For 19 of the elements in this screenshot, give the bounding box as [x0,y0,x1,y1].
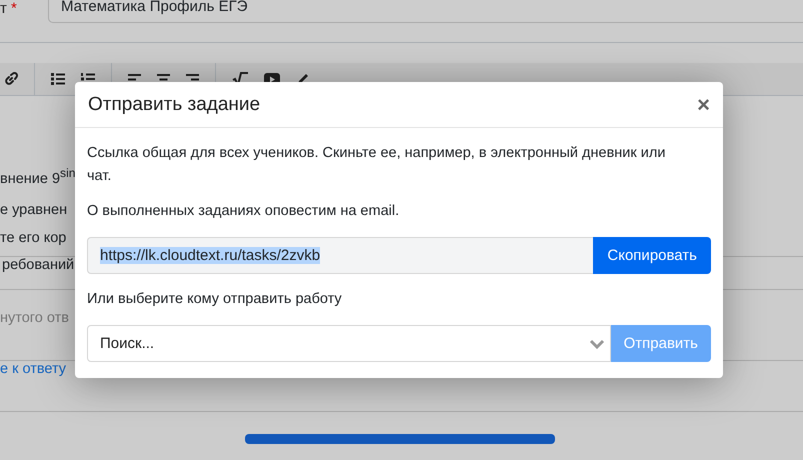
task-text: е уравнен [0,202,68,220]
link-field[interactable]: https://lk.cloudtext.ru/tasks/2zvkb [87,237,594,274]
field-label: т * [0,0,18,17]
requirements-dropdown[interactable]: ребований [2,257,74,273]
subject-field[interactable]: Математика Профиль ЕГЭ [48,0,803,23]
task-text: внение 9$^{sin}$ [0,166,76,189]
search-field[interactable]: Поиск... [87,325,611,362]
answer-hint: нутого отв [0,309,69,328]
share-note: Ссылка общая для всех учеников. Скиньте ее, например, в электронный дневник или чат. [87,144,666,186]
bullet-list-icon[interactable] [51,73,65,85]
answer-link[interactable]: е к ответу [0,361,66,377]
link-icon[interactable] [4,72,18,86]
choose-label: Или выберите кому отправить работу [87,290,343,309]
copy-button[interactable]: Скопировать [593,237,711,274]
dialog-title: Отправить задание [88,94,260,116]
email-note: О выполненных заданиях оповестим на email. [87,202,400,221]
close-button[interactable]: × [697,94,710,116]
chevron-down-icon [588,339,605,349]
task-text: те его кор [0,230,66,248]
